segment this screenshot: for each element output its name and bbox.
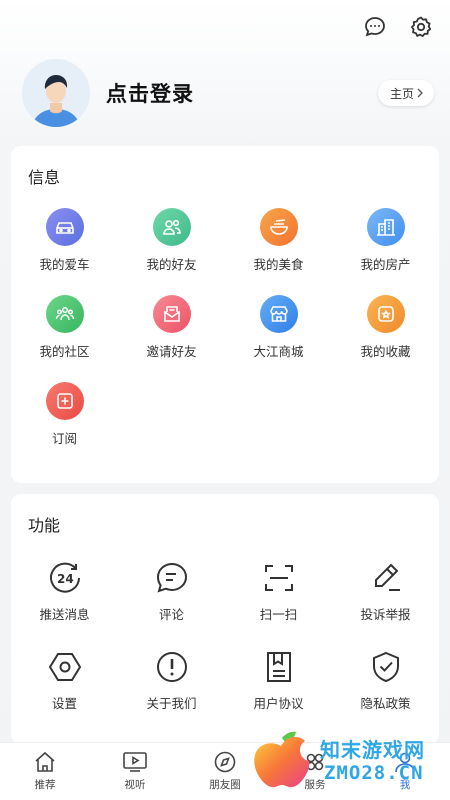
tab-label: 我 [399,779,411,791]
tab-audio-video[interactable]: 视听 [90,743,180,800]
favorite-icon [366,295,405,333]
compass-icon [214,751,236,773]
menu-item-complaint-report[interactable]: 投诉举报 [332,560,439,623]
menu-item-my-food[interactable]: 我的美食 [225,208,332,273]
menu-item-push-messages[interactable]: 24 推送消息 [11,560,118,623]
function-section-title: 功能 [28,516,61,535]
function-card: 功能 24 推送消息 评论 扫一扫 投诉举报 设置 关于我们 用户协议 隐私政策 [11,494,439,744]
menu-item-settings[interactable]: 设置 [11,649,118,712]
friends-icon [152,208,191,246]
tab-service[interactable]: 服务 [270,743,360,800]
menu-item-my-property[interactable]: 我的房产 [332,208,439,273]
menu-item-label: 我的爱车 [39,257,90,272]
pen-report-icon [367,560,405,596]
menu-item-label: 我的收藏 [360,344,411,359]
agreement-doc-icon [260,649,298,685]
menu-item-label: 扫一扫 [259,607,298,622]
comment-icon [153,560,191,596]
building-icon [366,208,405,246]
menu-item-subscribe[interactable]: 订阅 [11,382,118,447]
menu-item-label: 推送消息 [39,607,90,622]
login-prompt[interactable]: 点击登录 [106,78,194,108]
home-icon [35,751,55,772]
menu-item-my-friends[interactable]: 我的好友 [118,208,225,273]
menu-item-label: 大江商城 [253,344,304,359]
menu-item-invite-friends[interactable]: 邀请好友 [118,295,225,360]
menu-item-label: 我的好友 [146,257,197,272]
menu-item-my-car[interactable]: 我的爱车 [11,208,118,273]
menu-item-label: 设置 [51,696,77,711]
invite-mail-icon [152,295,191,333]
community-icon [45,295,84,333]
menu-item-label: 评论 [158,607,184,622]
top-actions [362,14,434,40]
user-icon [395,752,415,773]
subscribe-icon [45,382,84,420]
menu-item-about-us[interactable]: 关于我们 [118,649,225,712]
tab-label: 朋友圈 [209,779,241,791]
hexagon-settings-icon [46,649,84,685]
profile-header: 点击登录 主页 [22,58,434,128]
tab-label: 推荐 [34,779,56,791]
homepage-label: 主页 [389,86,414,101]
gear-icon[interactable] [408,14,434,40]
avatar[interactable] [22,59,90,127]
menu-item-label: 我的房产 [360,257,411,272]
menu-item-comment[interactable]: 评论 [118,560,225,623]
svg-text:24: 24 [57,572,74,586]
tab-recommend[interactable]: 推荐 [0,743,90,800]
tv-play-icon [123,752,147,772]
menu-item-dajiang-mall[interactable]: 大江商城 [225,295,332,360]
menu-item-label: 邀请好友 [146,344,197,359]
menu-item-scan[interactable]: 扫一扫 [225,560,332,623]
tab-me[interactable]: 我 [360,743,450,800]
info-card: 信息 我的爱车 我的好友 我的美食 我的房产 我的社区 邀请好友 大江商城 我的… [11,146,439,483]
menu-item-label: 隐私政策 [360,696,411,711]
about-info-icon [153,649,191,685]
menu-item-label: 我的美食 [253,257,304,272]
menu-item-my-community[interactable]: 我的社区 [11,295,118,360]
info-section-title: 信息 [28,168,61,187]
menu-item-label: 用户协议 [253,696,304,711]
tab-label: 服务 [304,779,326,791]
homepage-button[interactable]: 主页 [377,80,434,106]
store-icon [259,295,298,333]
tab-moments[interactable]: 朋友圈 [180,743,270,800]
push-24-icon: 24 [46,560,84,596]
scan-icon [260,560,298,596]
menu-item-user-agreement[interactable]: 用户协议 [225,649,332,712]
function-grid: 24 推送消息 评论 扫一扫 投诉举报 设置 关于我们 用户协议 隐私政策 [11,560,439,712]
menu-item-privacy-policy[interactable]: 隐私政策 [332,649,439,712]
tab-label: 视听 [124,779,146,791]
menu-item-label: 我的社区 [39,344,90,359]
car-icon [45,208,84,246]
shield-check-icon [367,649,405,685]
info-grid: 我的爱车 我的好友 我的美食 我的房产 我的社区 邀请好友 大江商城 我的收藏 … [11,208,439,447]
chevron-right-icon [417,88,423,98]
food-bowl-icon [259,208,298,246]
bottom-tab-bar: 推荐 视听 朋友圈 服务 我 [0,742,450,800]
menu-item-label: 订阅 [51,431,77,446]
menu-item-my-favorites[interactable]: 我的收藏 [332,295,439,360]
menu-item-label: 投诉举报 [360,607,411,622]
message-icon[interactable] [362,14,388,40]
service-icon [306,753,324,771]
menu-item-label: 关于我们 [146,696,197,711]
